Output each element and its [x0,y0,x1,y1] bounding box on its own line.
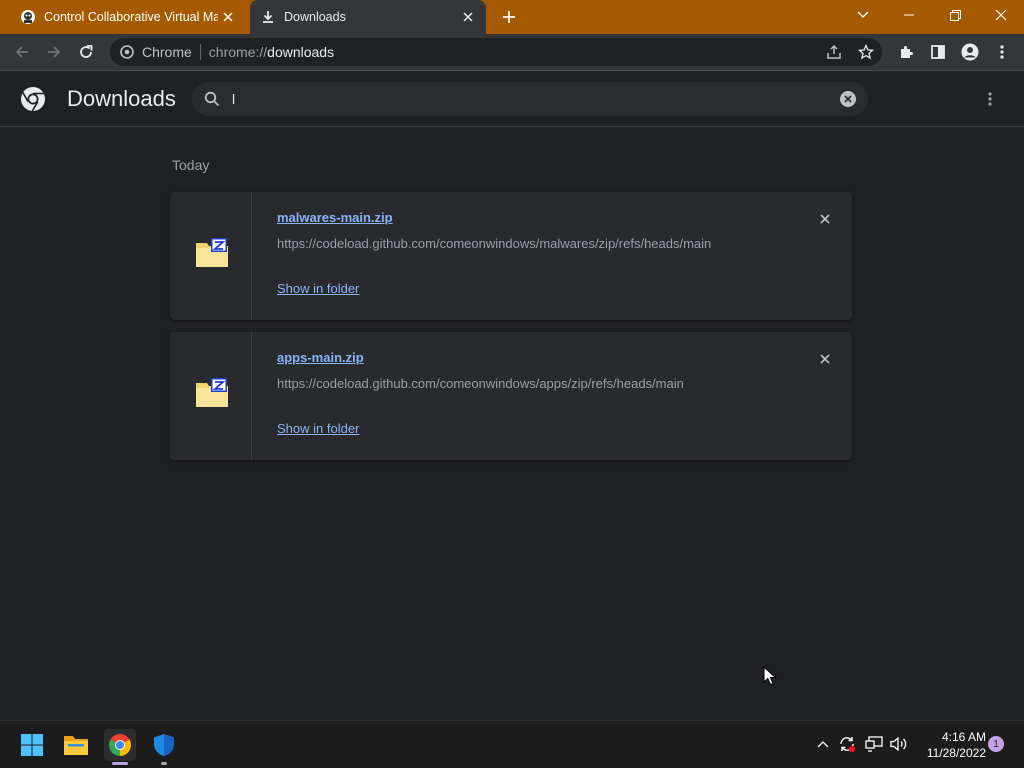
tab-control-collaborative[interactable]: Control Collaborative Virtual Mac [10,0,246,34]
arrow-left-icon [15,46,28,58]
share-button[interactable] [820,38,848,66]
download-source-url: https://codeload.github.com/comeonwindow… [277,236,712,251]
profile-icon [961,43,979,61]
bookmark-button[interactable] [852,38,880,66]
network-icon [865,736,883,752]
chevron-up-icon [817,741,829,748]
download-filename-link[interactable]: apps-main.zip [277,350,364,365]
notification-badge[interactable]: 1 [988,736,1004,752]
tab-title: Control Collaborative Virtual Mac [44,10,218,24]
tray-sync-status[interactable] [836,733,858,755]
close-icon [820,354,830,364]
tray-volume[interactable] [888,733,910,755]
search-icon [204,91,220,107]
file-icon-area [170,192,252,320]
robot-favicon-icon [20,9,36,25]
close-icon [820,214,830,224]
address-bar[interactable]: Chrome chrome://downloads [110,38,882,66]
remove-download-button[interactable] [816,350,834,368]
clear-search-icon[interactable] [839,90,857,108]
minimize-icon [904,14,914,16]
reload-icon [80,45,93,58]
taskbar-clock[interactable]: 4:16 AM 11/28/2022 [914,729,986,761]
back-button[interactable] [8,38,36,66]
tray-network[interactable] [863,733,885,755]
side-panel-icon [931,45,945,59]
url-host: downloads [267,44,335,60]
browser-toolbar: Chrome chrome://downloads [0,34,1024,71]
show-in-folder-link[interactable]: Show in folder [277,281,359,296]
more-actions-button[interactable] [980,88,1000,110]
date-section-label: Today [172,157,210,173]
extensions-button[interactable] [892,38,920,66]
arrow-right-icon [48,46,61,58]
file-icon-area [170,332,252,460]
minimize-button[interactable] [886,0,932,30]
show-hidden-icons-button[interactable] [812,733,834,755]
profile-button[interactable] [956,38,984,66]
taskbar-chrome[interactable] [104,729,136,765]
folder-icon [64,736,88,755]
sync-icon [840,737,856,753]
running-app-indicator [161,762,167,765]
shield-icon [154,734,174,756]
tab-strip: Control Collaborative Virtual Mac Downlo… [0,0,1024,34]
tab-title: Downloads [284,10,346,24]
speaker-icon [890,736,907,752]
new-tab-button[interactable] [497,5,521,29]
search-bar[interactable] [192,82,868,116]
active-app-indicator [112,762,128,765]
tab-downloads[interactable]: Downloads [250,0,486,34]
tab-search-button[interactable] [840,0,886,30]
clock-time: 4:16 AM [941,730,986,744]
side-panel-button[interactable] [924,38,952,66]
forward-button[interactable] [40,38,68,66]
star-icon [858,44,874,60]
windows-logo-icon [21,734,43,756]
search-input[interactable] [232,88,822,110]
tab-close-icon[interactable] [218,7,238,27]
download-item: apps-main.zip https://codeload.github.co… [170,332,852,460]
url-scheme: chrome:// [208,44,268,60]
download-item: malwares-main.zip https://codeload.githu… [170,192,852,320]
tab-close-icon[interactable] [458,7,478,27]
remove-download-button[interactable] [816,210,834,228]
vertical-dots-icon [988,92,992,106]
download-favicon-icon [260,9,276,25]
reload-button[interactable] [72,38,100,66]
chrome-logo-icon [109,734,131,756]
omnibox-divider [199,44,201,60]
close-icon [995,9,1007,21]
chrome-logo-icon [119,44,135,60]
chrome-logo-icon [21,87,45,112]
chrome-menu-button[interactable] [988,38,1016,66]
restore-icon [949,9,961,21]
chevron-down-icon [857,11,869,18]
plus-icon [503,11,515,23]
close-window-button[interactable] [978,0,1024,30]
download-source-url: https://codeload.github.com/comeonwindow… [277,376,684,391]
page-title: Downloads [67,86,176,111]
puzzle-icon [901,46,913,58]
taskbar-file-explorer[interactable] [60,729,92,761]
zip-folder-icon [196,378,228,407]
download-filename-link[interactable]: malwares-main.zip [277,210,393,225]
mouse-cursor-icon [763,666,777,686]
show-in-folder-link[interactable]: Show in folder [277,421,359,436]
site-chip-label: Chrome [142,44,192,60]
clock-date: 11/28/2022 [926,746,986,760]
downloads-header: Downloads [0,72,1024,127]
taskbar-defender[interactable] [148,729,180,765]
windows-taskbar: 4:16 AM 11/28/2022 1 [0,720,1024,768]
restore-button[interactable] [932,0,978,30]
vertical-dots-icon [1000,45,1004,59]
share-icon [827,44,841,59]
start-button[interactable] [16,729,48,761]
zip-folder-icon [196,238,228,267]
